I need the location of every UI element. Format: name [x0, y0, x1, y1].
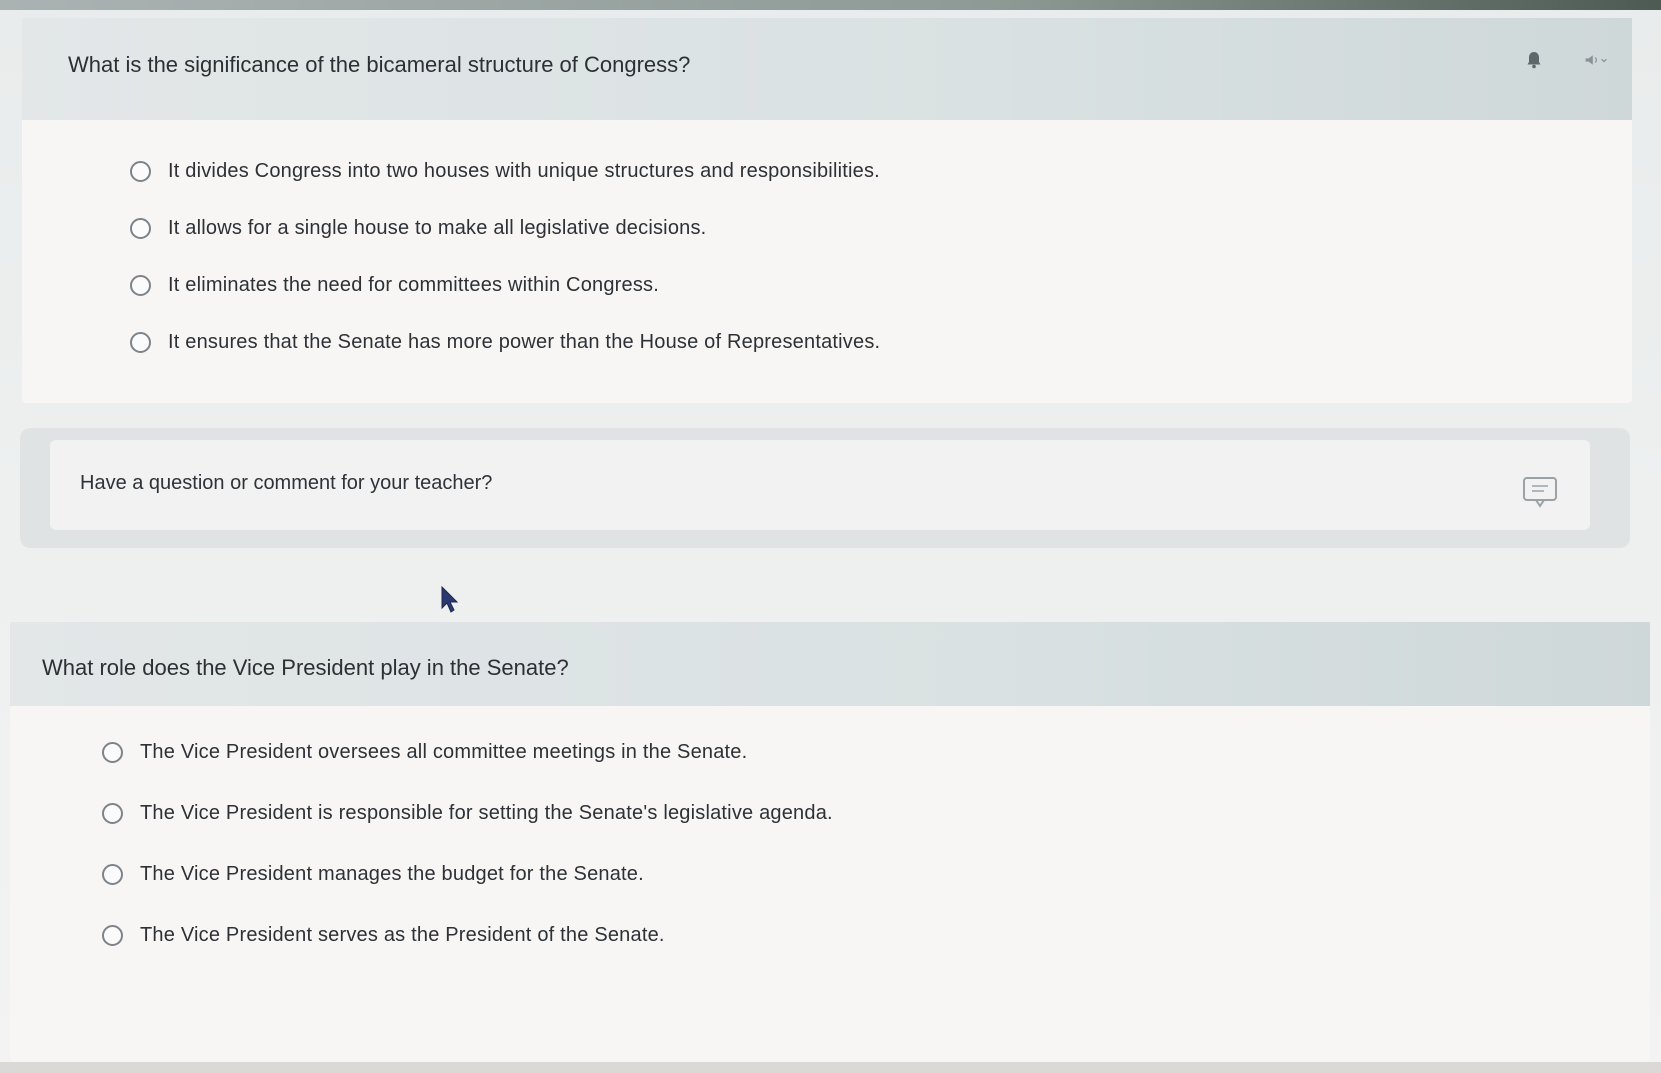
question-header-1: What is the significance of the bicamera…	[22, 18, 1632, 120]
comment-prompt: Have a question or comment for your teac…	[80, 472, 493, 494]
answer-label: It allows for a single house to make all…	[168, 217, 707, 239]
radio-button[interactable]	[102, 864, 123, 885]
quiz-page: What is the significance of the bicamera…	[0, 0, 1661, 1073]
answer-option[interactable]: It ensures that the Senate has more powe…	[22, 314, 1632, 371]
radio-button[interactable]	[102, 742, 123, 763]
answer-options-1: It divides Congress into two houses with…	[22, 143, 1632, 371]
answer-label: The Vice President serves as the Preside…	[140, 924, 665, 946]
comment-field[interactable]: Have a question or comment for your teac…	[50, 440, 1590, 530]
answer-options-2: The Vice President oversees all committe…	[10, 722, 1650, 966]
answer-label: It eliminates the need for committees wi…	[168, 274, 660, 296]
radio-button[interactable]	[130, 218, 151, 239]
bottom-divider	[0, 1062, 1661, 1073]
answer-label: It divides Congress into two houses with…	[168, 160, 880, 182]
answer-option[interactable]: The Vice President is responsible for se…	[10, 783, 1650, 844]
radio-button[interactable]	[102, 925, 123, 946]
question-header-2: What role does the Vice President play i…	[10, 622, 1650, 706]
radio-button[interactable]	[102, 803, 123, 824]
answer-option[interactable]: It allows for a single house to make all…	[22, 200, 1632, 257]
answer-label: The Vice President oversees all committe…	[140, 741, 748, 763]
answer-label: The Vice President manages the budget fo…	[140, 863, 644, 885]
comment-icon[interactable]	[1522, 476, 1558, 508]
answer-option[interactable]: It divides Congress into two houses with…	[22, 143, 1632, 200]
question-card-1: What is the significance of the bicamera…	[22, 18, 1632, 403]
answer-option[interactable]: The Vice President manages the budget fo…	[10, 844, 1650, 905]
radio-button[interactable]	[130, 332, 151, 353]
audio-icon[interactable]	[1584, 48, 1608, 72]
answer-label: It ensures that the Senate has more powe…	[168, 331, 881, 353]
question-card-2: What role does the Vice President play i…	[10, 622, 1650, 1062]
bell-icon[interactable]	[1522, 48, 1546, 72]
question-text-2: What role does the Vice President play i…	[42, 655, 569, 680]
answer-option[interactable]: The Vice President serves as the Preside…	[10, 905, 1650, 966]
answer-label: The Vice President is responsible for se…	[140, 802, 833, 824]
radio-button[interactable]	[130, 161, 151, 182]
question-tools	[1522, 48, 1608, 72]
question-text-1: What is the significance of the bicamera…	[68, 52, 691, 77]
mouse-cursor-icon	[441, 586, 459, 613]
radio-button[interactable]	[130, 275, 151, 296]
answer-option[interactable]: It eliminates the need for committees wi…	[22, 257, 1632, 314]
teacher-comment-box: Have a question or comment for your teac…	[20, 428, 1630, 548]
top-bar	[0, 0, 1661, 10]
answer-option[interactable]: The Vice President oversees all committe…	[10, 722, 1650, 783]
